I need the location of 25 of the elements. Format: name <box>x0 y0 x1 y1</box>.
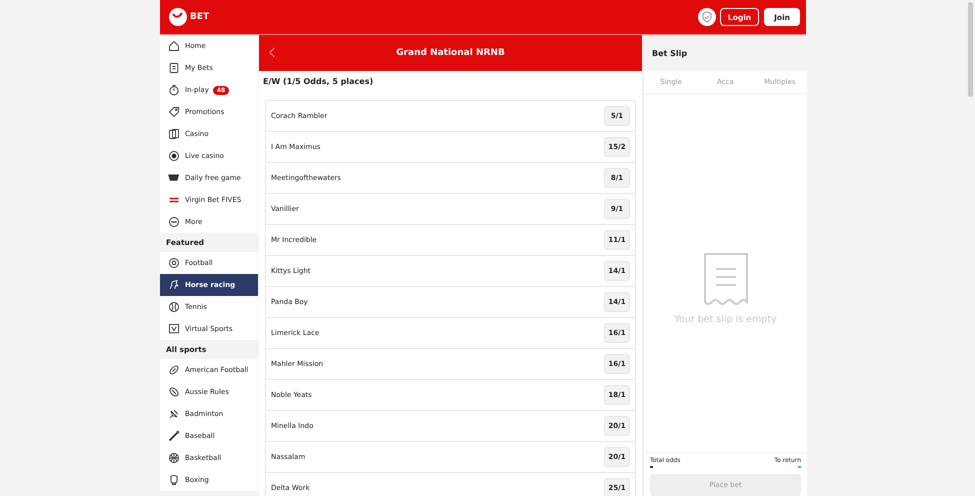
football-icon <box>168 257 180 269</box>
receipt-icon <box>702 252 748 308</box>
more-icon <box>168 216 180 228</box>
tennis-icon <box>168 301 180 313</box>
back-icon[interactable] <box>269 47 275 58</box>
ticket-icon <box>168 62 180 74</box>
bet-slip-title: Bet Slip <box>644 35 807 71</box>
total-odds-value-mark <box>650 466 653 468</box>
home-icon <box>168 40 180 52</box>
tag-icon <box>168 106 180 118</box>
market-subtitle: E/W (1/5 Odds, 5 places) <box>262 76 374 88</box>
ball-icon <box>168 386 180 398</box>
rugby-ball-icon <box>168 364 180 376</box>
to-return-value-mark <box>798 466 801 468</box>
logo-icon <box>168 7 188 27</box>
logo-text: BET <box>190 12 210 22</box>
stopwatch-icon <box>168 84 180 96</box>
cards-icon <box>168 128 180 140</box>
market-title: Grand National NRNB <box>396 48 505 58</box>
shield-icon[interactable] <box>698 8 716 26</box>
chip-icon <box>168 150 180 162</box>
bat-icon <box>168 430 180 442</box>
basketball-icon <box>168 452 180 464</box>
glove-icon <box>168 474 180 486</box>
scrollbar[interactable] <box>968 2 973 97</box>
